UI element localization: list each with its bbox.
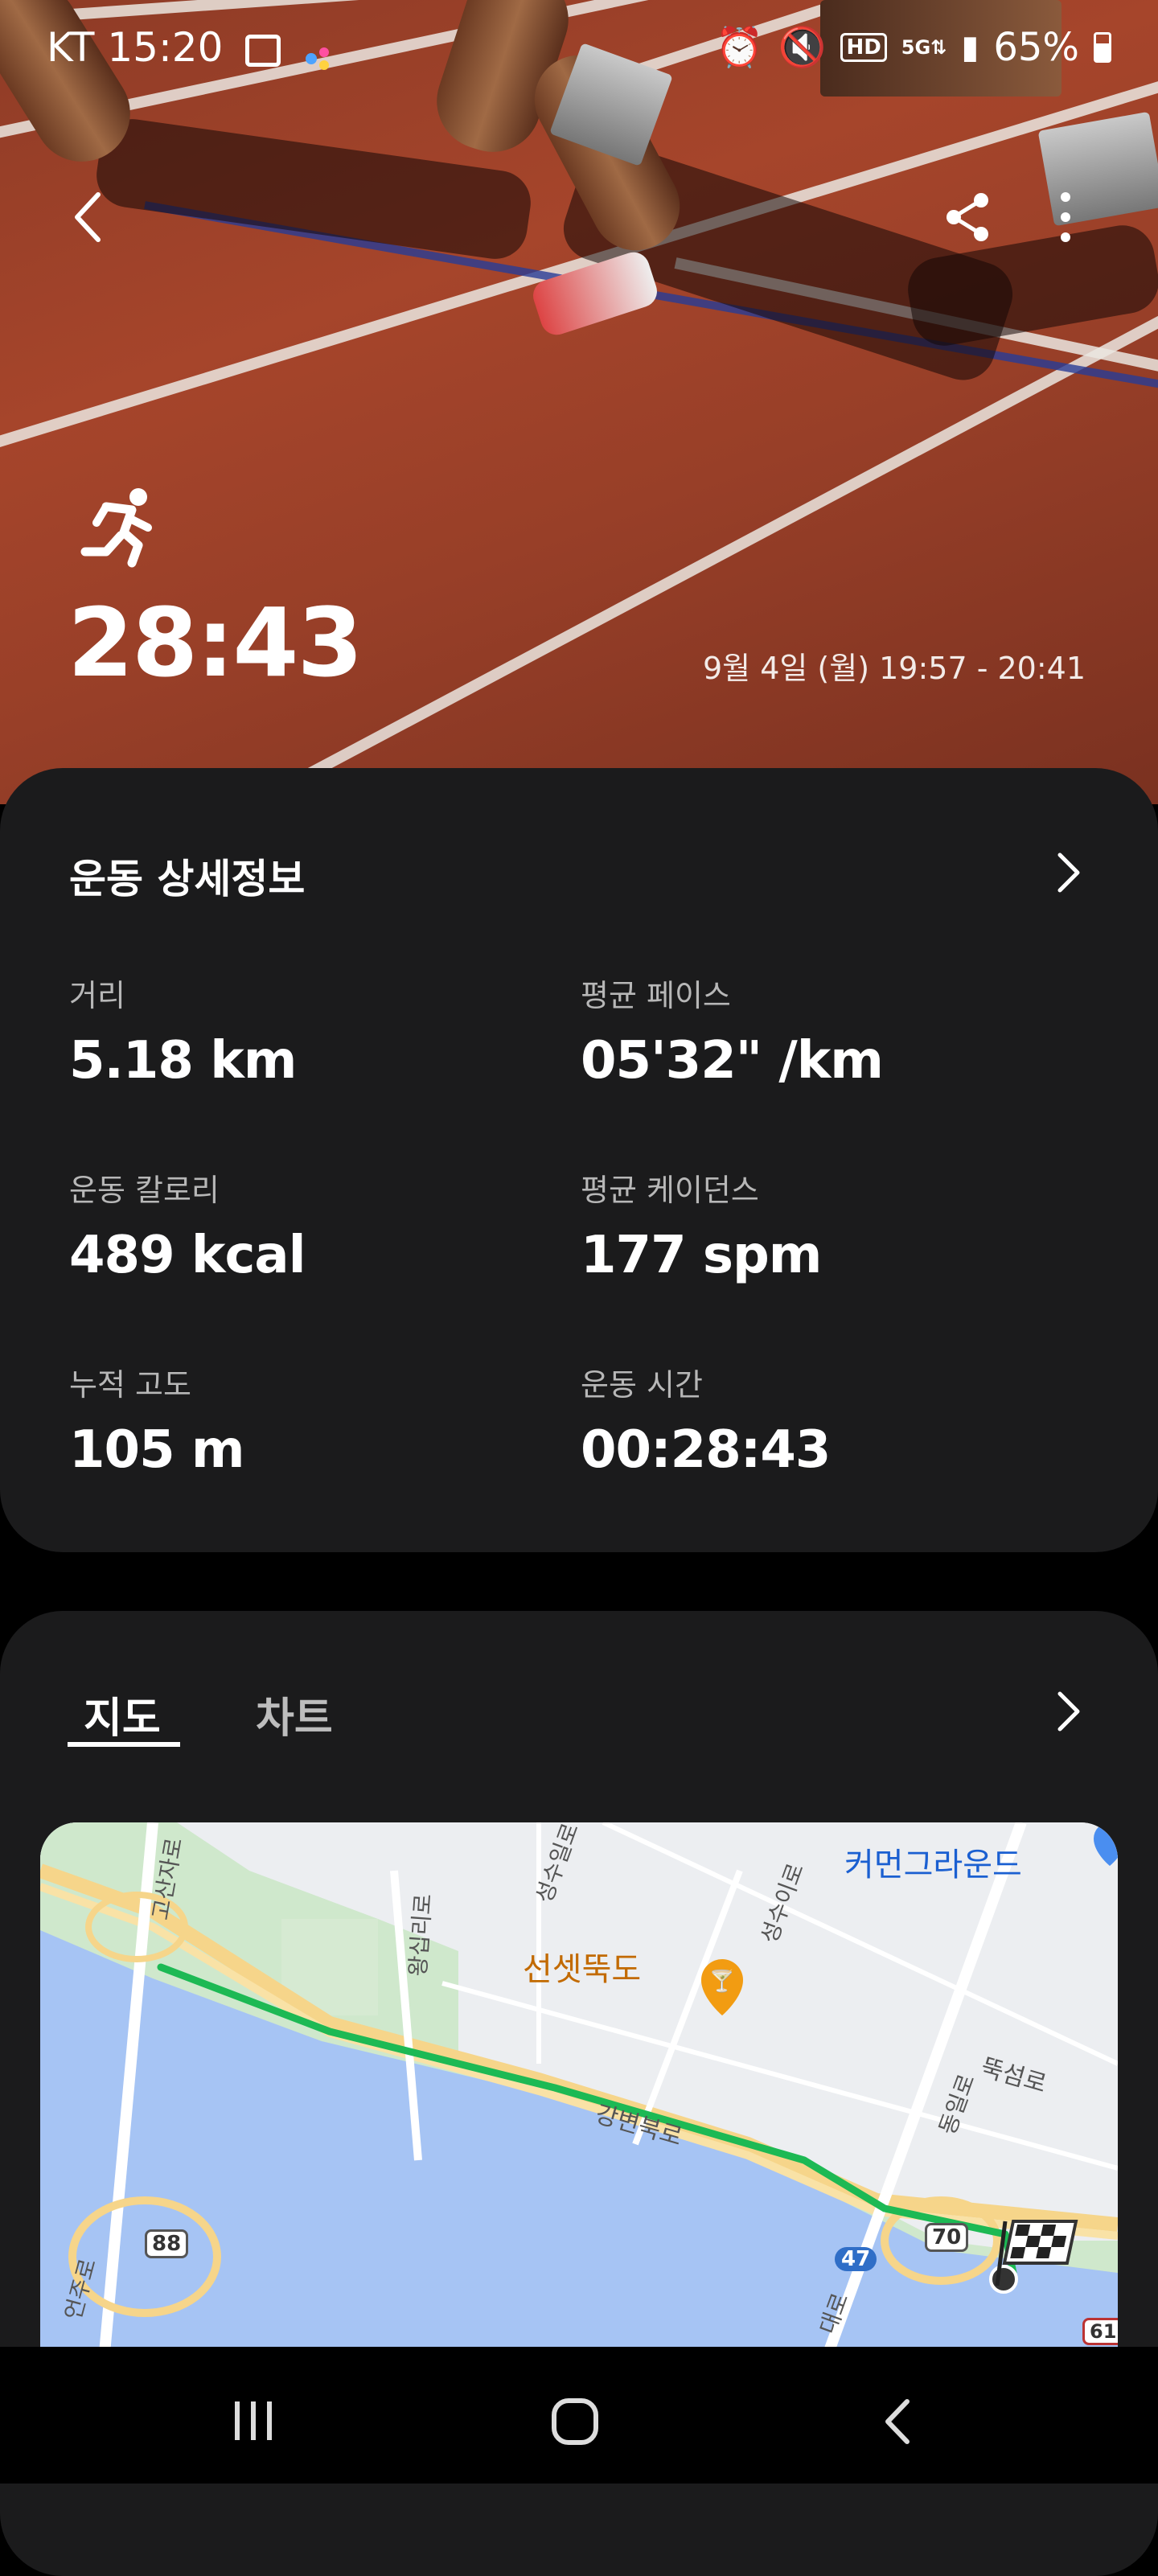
stat-avg-cadence: 평균 케이던스 177 spm	[581, 1165, 822, 1285]
details-expand-button[interactable]	[1052, 848, 1084, 897]
stat-value: 489 kcal	[69, 1226, 306, 1285]
assistant-icon	[303, 36, 332, 70]
gallery-icon	[245, 34, 281, 67]
stat-value: 5.18 km	[69, 1031, 297, 1091]
signal-icon: ▮	[961, 28, 979, 66]
home-button[interactable]	[550, 2397, 600, 2450]
stat-value: 105 m	[69, 1420, 245, 1480]
stat-label: 운동 시간	[581, 1367, 703, 1403]
chevron-right-icon	[1057, 853, 1080, 893]
chevron-right-icon	[1057, 1691, 1080, 1732]
more-options-button[interactable]	[1053, 189, 1078, 245]
running-icon	[74, 483, 162, 571]
recent-apps-icon	[235, 2401, 272, 2440]
map-road-label: 왕십리로	[404, 1892, 437, 1978]
battery-icon	[1094, 31, 1111, 63]
map-poi-label[interactable]: 선셋뚝도	[523, 1943, 641, 1990]
status-bar: KT 15:20 ⏰ 🔇 HD 5G⇅ ▮ 65%	[0, 0, 1158, 97]
stat-distance: 거리 5.18 km	[69, 971, 297, 1091]
home-icon	[552, 2398, 598, 2445]
carrier-time: KT 15:20	[47, 24, 224, 71]
alarm-icon: ⏰	[715, 25, 764, 70]
back-icon	[885, 2399, 910, 2444]
stat-label: 평균 케이던스	[581, 1173, 759, 1208]
svg-text:🍸: 🍸	[709, 1968, 735, 1994]
recent-apps-button[interactable]	[229, 2397, 277, 2448]
stat-value: 177 spm	[581, 1226, 822, 1285]
map-poi-label[interactable]: 커먼그라운드	[844, 1839, 1022, 1885]
stat-label: 평균 페이스	[581, 978, 731, 1013]
workout-details-card[interactable]: 운동 상세정보 거리 5.18 km 평균 페이스 05'32" /km 운동 …	[0, 768, 1158, 1552]
stat-workout-time: 운동 시간 00:28:43	[581, 1360, 831, 1480]
tab-map[interactable]: 지도	[84, 1684, 161, 1744]
hero-banner: KT 15:20 ⏰ 🔇 HD 5G⇅ ▮ 65% 28:43 9월 4일 (월…	[0, 0, 1158, 804]
battery-text: 65%	[993, 24, 1079, 70]
stat-label: 거리	[69, 978, 125, 1013]
navigation-bar	[0, 2347, 1158, 2484]
more-vertical-icon	[1061, 192, 1070, 242]
5g-icon: 5G⇅	[901, 35, 947, 59]
share-button[interactable]	[941, 189, 997, 245]
workout-date-range: 9월 4일 (월) 19:57 - 20:41	[702, 651, 1086, 686]
map-highway-shield: 88	[145, 2229, 189, 2258]
active-tab-indicator	[68, 1742, 180, 1747]
tab-chart[interactable]: 차트	[256, 1684, 333, 1744]
stat-label: 운동 칼로리	[69, 1173, 220, 1208]
stat-elevation-gain: 누적 고도 105 m	[69, 1360, 245, 1480]
map-highway-shield: 61	[1082, 2318, 1118, 2345]
status-icons: ⏰ 🔇 HD 5G⇅ ▮ 65%	[716, 24, 1111, 70]
map-highway-shield: 70	[925, 2223, 969, 2252]
stat-label: 누적 고도	[69, 1367, 191, 1403]
stat-calories: 운동 칼로리 489 kcal	[69, 1165, 306, 1285]
mute-icon: 🔇	[778, 25, 827, 70]
workout-duration: 28:43	[68, 587, 363, 698]
hd-icon: HD	[840, 32, 887, 62]
map-expand-button[interactable]	[1052, 1687, 1084, 1736]
system-back-button[interactable]	[878, 2397, 918, 2450]
carrier-time-group: KT 15:20	[47, 24, 332, 71]
stat-avg-pace: 평균 페이스 05'32" /km	[581, 971, 884, 1091]
map-highway-shield: 47	[835, 2247, 877, 2271]
share-icon	[947, 193, 988, 241]
route-map[interactable]: 🍸 커먼그라운드 선셋뚝도 고산자로 왕십리로 성수일로 성수이로 강변북로 동…	[40, 1822, 1118, 2353]
stat-value: 00:28:43	[581, 1420, 831, 1480]
back-button[interactable]	[64, 185, 113, 249]
stat-value: 05'32" /km	[581, 1031, 884, 1091]
chevron-left-icon	[75, 192, 101, 242]
details-title: 운동 상세정보	[69, 856, 306, 902]
